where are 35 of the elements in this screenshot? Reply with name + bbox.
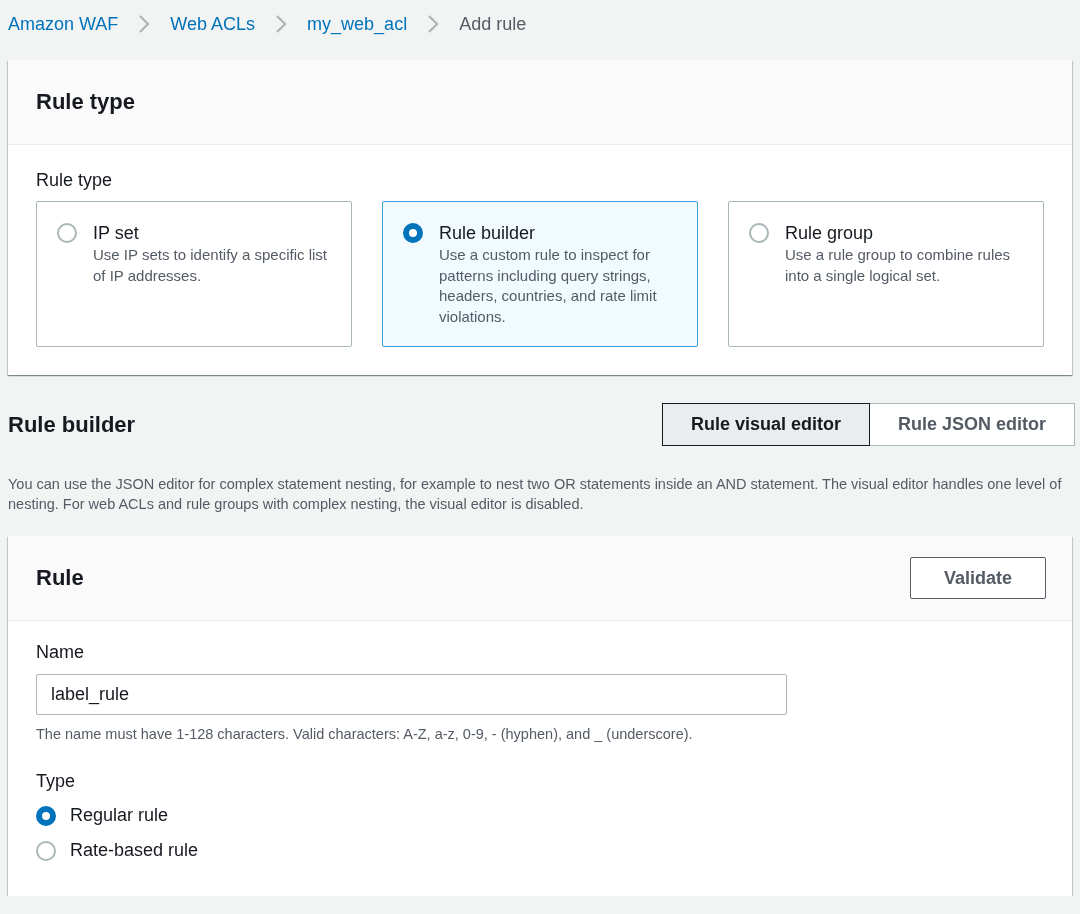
field-hint: The name must have 1-128 characters. Valid characters: A-Z, a-z, 0-9, - (hyphen), and _ (underscore). (36, 725, 693, 744)
radio-button[interactable] (749, 223, 769, 243)
current-page-text: Add rule (459, 13, 527, 36)
breadcrumb-link[interactable]: my_web_acl (307, 12, 408, 36)
chevron-right-icon (275, 14, 288, 34)
option-tile[interactable]: Rule group Use a rule group to combine rules into a single logical set. (728, 201, 1044, 347)
breadcrumb-link[interactable]: Web ACLs (170, 12, 256, 36)
chevron-right-icon (427, 14, 440, 34)
radio-button[interactable] (403, 223, 423, 243)
radio-button[interactable] (57, 223, 77, 243)
field-label: Name (36, 641, 84, 664)
radio-button[interactable] (36, 805, 56, 826)
option-title: Rule builder (439, 222, 537, 244)
option-tile[interactable]: Rule builder Use a custom rule to inspect for patterns including query strings, headers, countries, and rate limit violations. (382, 201, 698, 347)
radio-label: Rate-based rule (70, 840, 199, 861)
editor-tab[interactable]: Rule visual editor (661, 403, 870, 446)
option-title: IP set (93, 222, 140, 244)
field-label: Rule type (36, 169, 113, 192)
option-title: Rule group (785, 222, 875, 244)
chevron-right-icon (138, 14, 151, 34)
panel-title: Rule type (36, 89, 136, 115)
option-description: Use a custom rule to inspect for patterns including query strings, headers, countries, and rate limit violations. (439, 245, 658, 327)
validate-button[interactable]: Validate (910, 557, 1046, 599)
option-tile[interactable]: IP set Use IP sets to identify a specific list of IP addresses. (36, 201, 352, 347)
option-description: Use a rule group to combine rules into a single logical set. (785, 245, 1012, 286)
editor-tab[interactable]: Rule JSON editor (869, 403, 1075, 446)
breadcrumb-link[interactable]: Amazon WAF (8, 12, 119, 36)
section-description: You can use the JSON editor for complex statement nesting, for example to nest two OR statements inside an AND statement. The visual editor handles one level of nesting. For web ACLs and rule groups with complex nesting, the visual editor is disabled. (8, 475, 1063, 514)
radio-button[interactable] (36, 840, 56, 861)
field-label: Type (36, 770, 76, 793)
radio-label: Regular rule (70, 805, 169, 826)
option-description: Use IP sets to identify a specific list of IP addresses. (93, 245, 328, 286)
name-input-field[interactable]: label_rule (36, 674, 787, 715)
section-title: Rule builder (8, 411, 136, 438)
panel-title: Rule (36, 565, 84, 591)
